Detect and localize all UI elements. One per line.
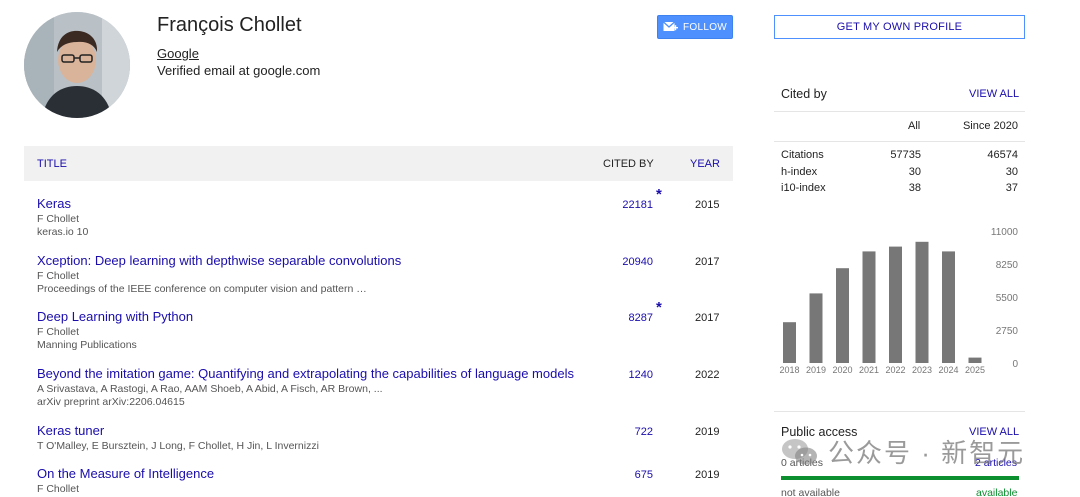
stat-since-value: 37 <box>1005 182 1018 194</box>
stat-all-value: 57735 <box>890 149 921 161</box>
stat-all-value: 38 <box>908 182 921 194</box>
article-authors: T O'Malley, E Bursztein, J Long, F Choll… <box>37 440 319 452</box>
divider <box>774 111 1025 112</box>
article-authors: A Srivastava, A Rastogi, A Rao, AAM Shoe… <box>37 383 383 395</box>
article-title-link[interactable]: Xception: Deep learning with depthwise s… <box>37 253 401 268</box>
cited-by-view-all-link[interactable]: VIEW ALL <box>969 88 1019 100</box>
y-tick-label: 0 <box>1012 359 1018 370</box>
sort-by-title-header[interactable]: TITLE <box>37 158 67 170</box>
article-title-link[interactable]: Deep Learning with Python <box>37 309 193 324</box>
profile-email-status: Verified email at google.com <box>157 63 321 78</box>
article-authors: F Chollet <box>37 213 80 225</box>
x-tick-label: 2021 <box>859 365 879 375</box>
follow-button[interactable]: FOLLOW <box>657 15 733 39</box>
stats-row-i10-index: i10-index 38 37 <box>774 182 1025 198</box>
citation-bar-2018[interactable] <box>783 322 796 363</box>
x-tick-label: 2024 <box>938 365 958 375</box>
y-tick-label: 8250 <box>996 260 1019 271</box>
x-tick-label: 2022 <box>885 365 905 375</box>
stat-since-value: 30 <box>1005 166 1018 178</box>
x-tick-label: 2025 <box>965 365 985 375</box>
get-my-own-profile-button[interactable]: GET MY OWN PROFILE <box>774 15 1025 39</box>
stat-since-value: 46574 <box>987 149 1018 161</box>
article-authors: F Chollet <box>37 483 80 495</box>
stat-label: h-index <box>781 166 818 178</box>
article-year: 2022 <box>695 369 720 381</box>
article-year: 2019 <box>695 426 720 438</box>
article-citation-count-link[interactable]: 20940 <box>622 256 653 268</box>
stats-row-citations: Citations 57735 46574 <box>774 149 1025 165</box>
article-title-link[interactable]: Keras <box>37 196 71 211</box>
article-venue: keras.io 10 <box>37 226 89 238</box>
not-available-label: not available <box>781 487 840 497</box>
cited-by-header: CITED BY <box>603 158 654 170</box>
y-tick-label: 2750 <box>996 326 1019 337</box>
wechat-watermark: 公众号 · 新智元 <box>780 433 1025 470</box>
x-tick-label: 2023 <box>912 365 932 375</box>
article-year: 2017 <box>695 256 720 268</box>
divider <box>774 411 1025 412</box>
x-tick-label: 2019 <box>806 365 826 375</box>
x-tick-label: 2020 <box>832 365 852 375</box>
article-venue: Proceedings of the IEEE conference on co… <box>37 283 367 295</box>
article-title-link[interactable]: Keras tuner <box>37 423 104 438</box>
stats-row-h-index: h-index 30 30 <box>774 166 1025 182</box>
article-title-link[interactable]: On the Measure of Intelligence <box>37 466 214 481</box>
sort-by-year-header[interactable]: YEAR <box>690 158 720 170</box>
available-label: available <box>976 487 1018 497</box>
article-citation-count-link[interactable]: 675 <box>635 469 653 481</box>
article-citation-count-link[interactable]: 22181 <box>622 199 653 211</box>
article-year: 2017 <box>695 312 720 324</box>
citation-bar-2020[interactable] <box>836 268 849 363</box>
articles-table-header: TITLE CITED BY YEAR <box>24 146 733 181</box>
y-tick-label: 5500 <box>996 293 1019 304</box>
stats-header-all: All <box>908 120 921 132</box>
citation-bar-2019[interactable] <box>809 293 823 363</box>
stat-label: Citations <box>781 149 824 161</box>
article-citation-count-link[interactable]: 8287 <box>629 312 653 324</box>
stat-all-value: 30 <box>908 166 921 178</box>
cited-by-title: Cited by <box>781 87 827 101</box>
article-title-link[interactable]: Beyond the imitation game: Quantifying a… <box>37 366 574 381</box>
y-tick-label: 11000 <box>991 227 1019 238</box>
profile-photo <box>24 12 130 118</box>
merged-citations-star: * <box>656 299 662 316</box>
citations-per-year-chart: 11000 8250 5500 2750 0 2018 2019 2020 2021 2022 20… <box>779 227 1019 375</box>
wechat-icon <box>782 438 817 464</box>
article-authors: F Chollet <box>37 270 80 282</box>
article-venue: arXiv preprint arXiv:2206.04615 <box>37 396 185 408</box>
public-access-progress-bar <box>781 476 1019 480</box>
article-citation-count-link[interactable]: 722 <box>635 426 653 438</box>
article-citation-count-link[interactable]: 1240 <box>629 369 653 381</box>
article-venue: Manning Publications <box>37 339 137 351</box>
stats-header-since: Since 2020 <box>962 120 1018 132</box>
mail-plus-icon <box>663 21 678 33</box>
stat-label: i10-index <box>781 182 826 194</box>
profile-name: François Chollet <box>157 14 302 36</box>
article-year: 2015 <box>695 199 720 211</box>
citation-bar-2022[interactable] <box>889 246 902 363</box>
profile-affiliation-link[interactable]: Google <box>157 46 199 61</box>
citation-bar-2021[interactable] <box>862 251 876 363</box>
follow-label: FOLLOW <box>682 21 728 33</box>
article-year: 2019 <box>695 469 720 481</box>
x-tick-label: 2018 <box>779 365 799 375</box>
watermark-text: 公众号 · 新智元 <box>828 438 1026 468</box>
divider <box>774 141 1025 142</box>
article-authors: F Chollet <box>37 326 80 338</box>
citation-bar-2024[interactable] <box>942 251 955 363</box>
merged-citations-star: * <box>656 186 662 203</box>
citation-bar-2025[interactable] <box>968 357 982 363</box>
citation-bar-2023[interactable] <box>915 241 929 363</box>
